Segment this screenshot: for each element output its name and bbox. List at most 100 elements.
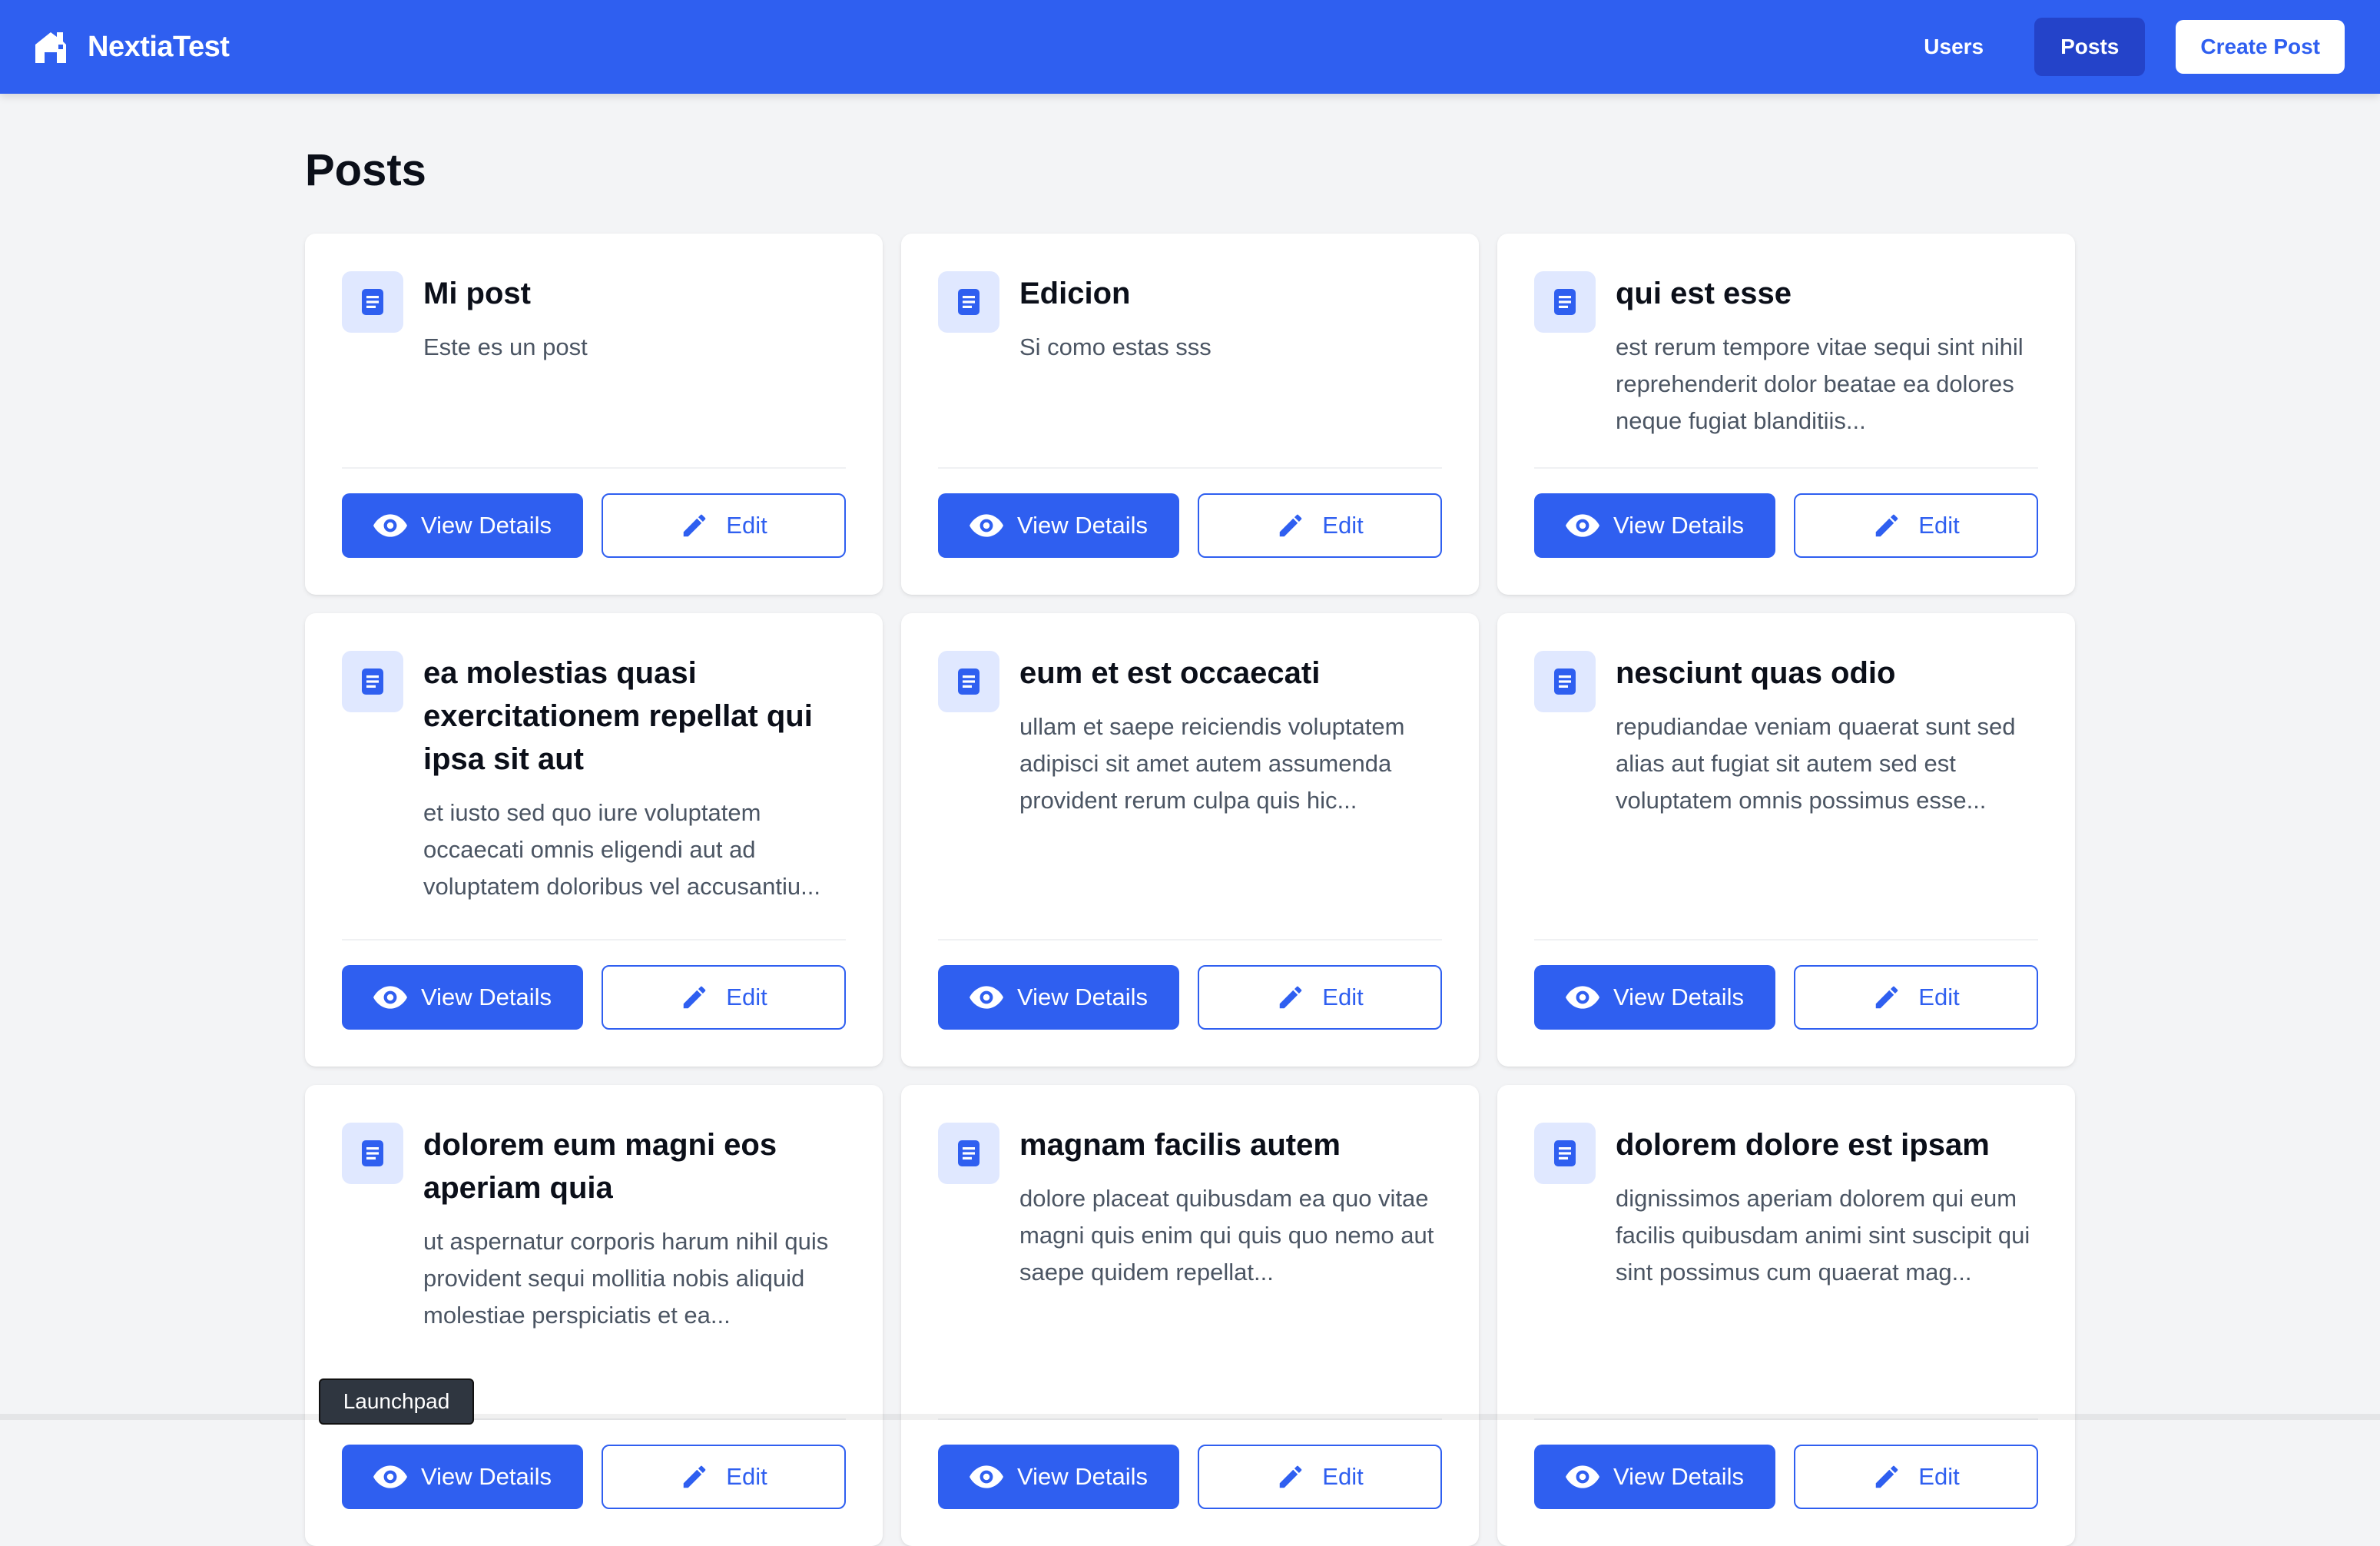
post-title: ea molestias quasi exercitationem repell… — [423, 656, 813, 776]
post-card: magnam facilis autem dolore placeat quibu… — [901, 1085, 1479, 1546]
card-divider — [1534, 939, 2038, 941]
view-details-label: View Details — [1016, 512, 1148, 539]
view-details-label: View Details — [1613, 512, 1744, 539]
document-icon — [938, 651, 999, 712]
post-actions: View Details Edit — [342, 1445, 846, 1509]
pencil-icon — [680, 1462, 709, 1491]
post-header: Edicion Si como estas sss — [938, 270, 1442, 444]
view-details-button[interactable]: View Details — [342, 965, 583, 1030]
card-divider — [342, 467, 846, 469]
home-icon — [35, 31, 72, 63]
edit-button[interactable]: Edit — [602, 493, 846, 558]
post-body: dolore placeat quibusdam ea quo vitae ma… — [1019, 1185, 1434, 1286]
view-details-button[interactable]: View Details — [1534, 1445, 1775, 1509]
edit-label: Edit — [1918, 1463, 1960, 1490]
post-text: dolorem dolore est ipsam dignissimos aper… — [1616, 1122, 2038, 1291]
view-details-label: View Details — [1613, 984, 1744, 1010]
edit-button[interactable]: Edit — [1794, 1445, 2038, 1509]
post-body: ut aspernatur corporis harum nihil quis … — [423, 1228, 829, 1329]
post-header: eum et est occaecati ullam et saepe reici… — [938, 650, 1442, 916]
post-card: dolorem dolore est ipsam dignissimos aper… — [1497, 1085, 2075, 1546]
post-text: ea molestias quasi exercitationem repell… — [423, 650, 846, 905]
edit-button[interactable]: Edit — [1198, 965, 1442, 1030]
pencil-icon — [680, 511, 709, 540]
view-details-label: View Details — [1613, 1463, 1744, 1490]
nav-posts[interactable]: Posts — [2034, 18, 2146, 76]
post-card: nesciunt quas odio repudiandae veniam qua… — [1497, 613, 2075, 1067]
posts-grid: Mi post Este es un post View Details Edit Ed… — [305, 234, 2075, 1546]
post-actions: View Details Edit — [938, 1445, 1442, 1509]
edit-button[interactable]: Edit — [602, 965, 846, 1030]
eye-icon — [373, 514, 407, 537]
post-actions: View Details Edit — [342, 965, 846, 1030]
edit-label: Edit — [1918, 512, 1960, 539]
edit-label: Edit — [726, 1463, 767, 1490]
post-text: magnam facilis autem dolore placeat quibu… — [1019, 1122, 1442, 1291]
edit-label: Edit — [726, 984, 767, 1010]
view-details-button[interactable]: View Details — [342, 493, 583, 558]
edit-button[interactable]: Edit — [602, 1445, 846, 1509]
card-divider — [1534, 467, 2038, 469]
post-title: magnam facilis autem — [1019, 1128, 1341, 1162]
main-content: Posts Mi post Este es un post View Details… — [305, 138, 2075, 1546]
post-title: eum et est occaecati — [1019, 656, 1321, 690]
post-body: Este es un post — [423, 333, 588, 360]
document-icon — [342, 271, 403, 333]
pencil-icon — [1276, 511, 1305, 540]
post-body: repudiandae veniam quaerat sunt sed alia… — [1616, 713, 2016, 814]
edit-button[interactable]: Edit — [1794, 965, 2038, 1030]
post-actions: View Details Edit — [342, 493, 846, 558]
post-card: Mi post Este es un post View Details Edit — [305, 234, 883, 595]
edit-label: Edit — [1918, 984, 1960, 1010]
brand-name: NextiaTest — [88, 30, 230, 63]
eye-icon — [1565, 514, 1599, 537]
edit-button[interactable]: Edit — [1794, 493, 2038, 558]
post-actions: View Details Edit — [1534, 493, 2038, 558]
post-header: Mi post Este es un post — [342, 270, 846, 444]
view-details-button[interactable]: View Details — [1534, 493, 1775, 558]
view-details-button[interactable]: View Details — [938, 493, 1179, 558]
top-navbar: NextiaTest Users Posts Create Post — [0, 0, 2380, 94]
eye-icon — [373, 986, 407, 1009]
post-title: nesciunt quas odio — [1616, 656, 1896, 690]
post-title: Edicion — [1019, 277, 1131, 310]
post-header: qui est esse est rerum tempore vitae sequ… — [1534, 270, 2038, 444]
edit-label: Edit — [1322, 984, 1364, 1010]
post-text: Mi post Este es un post — [423, 270, 846, 366]
document-icon — [938, 271, 999, 333]
post-header: ea molestias quasi exercitationem repell… — [342, 650, 846, 916]
create-post-button[interactable]: Create Post — [2176, 20, 2345, 74]
pencil-icon — [1276, 983, 1305, 1012]
post-header: nesciunt quas odio repudiandae veniam qua… — [1534, 650, 2038, 916]
post-body: est rerum tempore vitae sequi sint nihil… — [1616, 333, 2024, 434]
nav-users[interactable]: Users — [1904, 18, 2004, 76]
eye-icon — [1565, 1465, 1599, 1488]
view-details-button[interactable]: View Details — [938, 965, 1179, 1030]
post-card: qui est esse est rerum tempore vitae sequ… — [1497, 234, 2075, 595]
document-icon — [1534, 651, 1596, 712]
post-header: dolorem dolore est ipsam dignissimos aper… — [1534, 1122, 2038, 1395]
post-card: eum et est occaecati ullam et saepe reici… — [901, 613, 1479, 1067]
document-icon — [342, 651, 403, 712]
edit-label: Edit — [726, 512, 767, 539]
pencil-icon — [1872, 1462, 1901, 1491]
view-details-button[interactable]: View Details — [342, 1445, 583, 1509]
post-header: dolorem eum magni eos aperiam quia ut asp… — [342, 1122, 846, 1395]
view-details-button[interactable]: View Details — [938, 1445, 1179, 1509]
edit-label: Edit — [1322, 512, 1364, 539]
eye-icon — [1565, 986, 1599, 1009]
pencil-icon — [1276, 1462, 1305, 1491]
view-details-button[interactable]: View Details — [1534, 965, 1775, 1030]
brand[interactable]: NextiaTest — [35, 30, 230, 64]
eye-icon — [373, 1465, 407, 1488]
post-actions: View Details Edit — [1534, 1445, 2038, 1509]
pencil-icon — [680, 983, 709, 1012]
edit-label: Edit — [1322, 1463, 1364, 1490]
edit-button[interactable]: Edit — [1198, 1445, 1442, 1509]
launchpad-tooltip: Launchpad — [319, 1378, 474, 1425]
eye-icon — [969, 514, 1003, 537]
pencil-icon — [1872, 983, 1901, 1012]
eye-icon — [969, 1465, 1003, 1488]
card-divider — [342, 939, 846, 941]
edit-button[interactable]: Edit — [1198, 493, 1442, 558]
